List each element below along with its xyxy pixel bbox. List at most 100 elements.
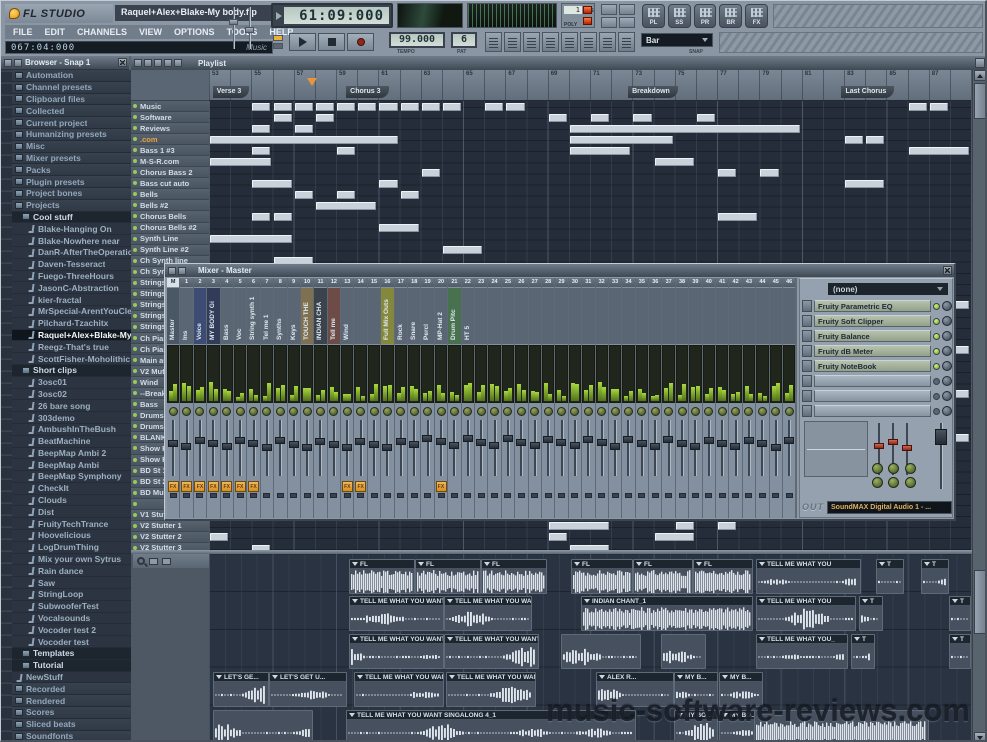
strip-select-led[interactable] <box>384 493 391 498</box>
misc-button-1[interactable] <box>601 4 617 15</box>
scrollbar-thumb-2[interactable] <box>974 570 986 634</box>
pattern-clip[interactable] <box>252 125 270 133</box>
strip-pan-knob[interactable] <box>490 407 499 416</box>
strip-number[interactable]: 46 <box>783 278 795 287</box>
strip-fader-handle[interactable] <box>503 435 513 442</box>
strip-fader[interactable] <box>247 418 259 478</box>
pattern-clip[interactable] <box>316 202 377 210</box>
browser-item[interactable]: Vocoder test 2 <box>12 624 131 636</box>
send-knob[interactable] <box>872 463 883 474</box>
pattern-mute-dot[interactable] <box>133 148 137 152</box>
send-knob[interactable] <box>905 477 916 488</box>
strip-fader[interactable] <box>569 418 581 478</box>
fx-slot-name[interactable]: Fruity NoteBook <box>814 360 931 372</box>
strip-select-led[interactable] <box>692 493 699 498</box>
fx-slot-mix-knob[interactable] <box>942 301 952 311</box>
strip-number[interactable]: 27 <box>529 278 541 287</box>
mixer-strip[interactable]: 44 <box>756 278 768 518</box>
strip-number[interactable]: 37 <box>662 278 674 287</box>
strip-fader[interactable] <box>662 418 674 478</box>
mixer-strip[interactable]: 7Tel me 1 <box>261 278 273 518</box>
fx-slot[interactable] <box>802 374 952 388</box>
audio-clip[interactable]: TELL ME WHAT YOU WANT_1 <box>444 634 539 669</box>
strip-pan-knob[interactable] <box>396 407 405 416</box>
strip-number[interactable]: 5 <box>234 278 246 287</box>
pattern-clip[interactable] <box>422 169 440 177</box>
strip-select-led[interactable] <box>170 493 177 498</box>
pattern-mute-dot[interactable] <box>133 524 137 528</box>
strip-fader[interactable] <box>676 418 688 478</box>
browser-item[interactable]: NewStuff <box>12 672 131 684</box>
view-button-ss[interactable]: SS <box>668 4 691 28</box>
strip-number[interactable]: 23 <box>475 278 487 287</box>
pattern-clip[interactable] <box>655 533 694 541</box>
strip-fader[interactable] <box>636 418 648 478</box>
strip-fader-handle[interactable] <box>396 438 406 445</box>
strip-fader-handle[interactable] <box>757 440 767 447</box>
browser-item[interactable]: Scores <box>12 707 131 719</box>
mixer-strip[interactable]: 6String synth 1FX <box>247 278 259 518</box>
audio-clip[interactable]: FL <box>693 559 753 594</box>
strip-fader-handle[interactable] <box>222 443 232 450</box>
pattern-clip[interactable] <box>570 136 673 144</box>
mixer-strip[interactable]: 16Full Mix Outs <box>381 278 393 518</box>
pattern-clip[interactable] <box>697 114 715 122</box>
pattern-mute-dot[interactable] <box>133 137 137 141</box>
strip-fader-handle[interactable] <box>771 444 781 451</box>
toggle-wait-input-icon[interactable] <box>561 32 578 52</box>
pattern-clip[interactable] <box>930 103 948 111</box>
strip-number[interactable]: 38 <box>676 278 688 287</box>
strip-fader[interactable] <box>515 418 527 478</box>
browser-menu-icon[interactable] <box>4 59 12 67</box>
strip-number[interactable]: 25 <box>502 278 514 287</box>
pattern-row[interactable]: Chorus Bass 2 <box>131 167 209 178</box>
browser-item[interactable]: 26 bare song <box>12 400 131 412</box>
pattern-mute-dot[interactable] <box>133 104 137 108</box>
strip-number[interactable]: 17 <box>395 278 407 287</box>
pattern-row[interactable]: Chorus Bells #2 <box>131 223 209 234</box>
strip-number[interactable]: 21 <box>448 278 460 287</box>
strip-pan-knob[interactable] <box>463 407 472 416</box>
strip-select-led[interactable] <box>290 493 297 498</box>
audio-clip[interactable]: TELL ME WHAT YOU <box>756 559 861 594</box>
browser-item[interactable]: Project bones <box>12 188 131 200</box>
audio-clip[interactable]: TELL ME WHAT YOU WANT <box>349 634 444 669</box>
strip-number[interactable]: 24 <box>488 278 500 287</box>
strip-select-led[interactable] <box>759 493 766 498</box>
strip-pan-knob[interactable] <box>316 407 325 416</box>
strip-number[interactable]: 2 <box>194 278 206 287</box>
pattern-row[interactable]: Bells #2 <box>131 200 209 211</box>
browser-item[interactable]: Hoovelicious <box>12 530 131 542</box>
strip-number[interactable]: 33 <box>609 278 621 287</box>
strip-fader-handle[interactable] <box>583 436 593 443</box>
strip-fader-handle[interactable] <box>369 441 379 448</box>
strip-fader[interactable] <box>756 418 768 478</box>
pattern-clip[interactable] <box>274 103 292 111</box>
strip-fader-handle[interactable] <box>355 438 365 445</box>
strip-select-led[interactable] <box>652 493 659 498</box>
strip-fx-button[interactable]: FX <box>181 481 192 492</box>
audio-clip[interactable]: TELL ME WHAT YOU WANT <box>349 596 444 631</box>
strip-select-led[interactable] <box>263 493 270 498</box>
pattern-clip[interactable] <box>337 191 355 199</box>
pattern-clip[interactable] <box>422 103 440 111</box>
strip-fx-button[interactable]: FX <box>221 481 232 492</box>
strip-number[interactable]: 4 <box>221 278 233 287</box>
pattern-clip[interactable] <box>379 180 397 188</box>
browser-item[interactable]: Soundfonts <box>12 731 131 742</box>
strip-pan-knob[interactable] <box>691 407 700 416</box>
browser-item[interactable]: BeepMap Symphony <box>12 471 131 483</box>
mixer-strip[interactable]: 43 <box>743 278 755 518</box>
fx-slot-grip-icon[interactable] <box>802 375 812 387</box>
snap-selector[interactable]: Bar <box>641 33 713 47</box>
strip-pan-knob[interactable] <box>477 407 486 416</box>
pattern-mute-dot[interactable] <box>133 391 137 395</box>
strip-fader[interactable] <box>381 418 393 478</box>
pattern-clip[interactable] <box>252 147 270 155</box>
strip-number[interactable]: 11 <box>314 278 326 287</box>
fx-slot-grip-icon[interactable] <box>802 405 812 417</box>
strip-number[interactable]: 45 <box>770 278 782 287</box>
mixer-titlebar[interactable]: Mixer - Master <box>165 264 954 277</box>
strip-select-led[interactable] <box>277 493 284 498</box>
fx-slot-grip-icon[interactable] <box>802 390 812 402</box>
